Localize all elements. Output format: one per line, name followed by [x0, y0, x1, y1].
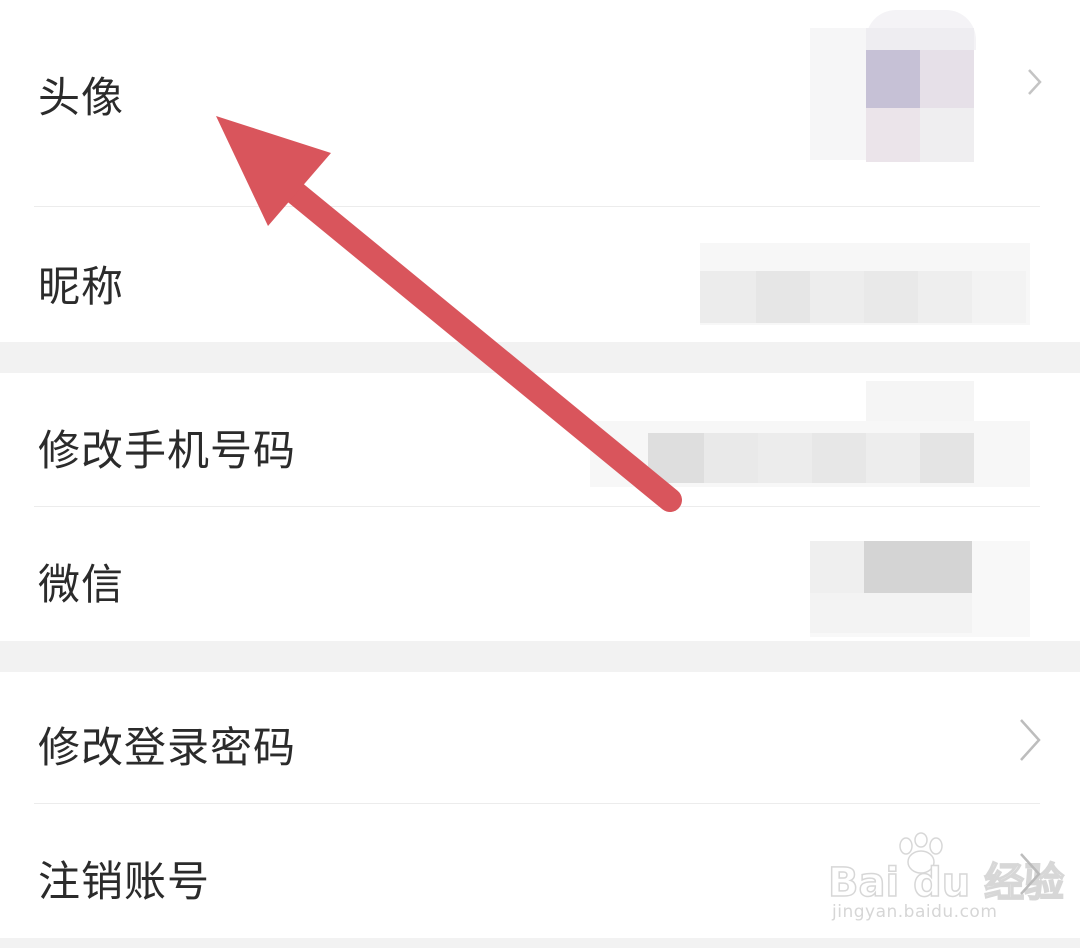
nickname-value-blurred	[700, 233, 1030, 329]
avatar-row[interactable]: 头像	[0, 0, 1080, 207]
wechat-row[interactable]: 微信	[0, 507, 1080, 641]
binding-group: 修改手机号码 微信	[0, 373, 1080, 641]
change-password-row[interactable]: 修改登录密码	[0, 672, 1080, 804]
watermark-brand: Bai du 经验	[827, 859, 1065, 907]
chevron-right-icon	[1020, 719, 1041, 761]
chevron-right-icon	[1028, 69, 1042, 95]
baidu-jingyan-watermark: Bai du 经验 jingyan.baidu.com	[827, 832, 1068, 928]
wechat-label: 微信	[38, 560, 125, 609]
watermark-url: jingyan.baidu.com	[832, 902, 998, 922]
change-phone-row[interactable]: 修改手机号码	[0, 373, 1080, 507]
profile-group: 头像 昵称	[0, 0, 1080, 342]
nickname-label: 昵称	[38, 262, 125, 311]
phone-value-blurred	[590, 381, 1030, 491]
cancel-account-label: 注销账号	[38, 857, 211, 906]
nickname-row[interactable]: 昵称	[0, 207, 1080, 342]
avatar-image-blurred	[810, 0, 1030, 170]
avatar-label: 头像	[38, 73, 125, 122]
change-phone-label: 修改手机号码	[38, 426, 297, 475]
change-password-label: 修改登录密码	[38, 723, 297, 772]
wechat-value-blurred	[810, 533, 1030, 637]
account-settings-page: 头像 昵称 修改手机号码 微信 修改登录密码 注销账号 Bai du 经验 ji…	[0, 0, 1080, 948]
